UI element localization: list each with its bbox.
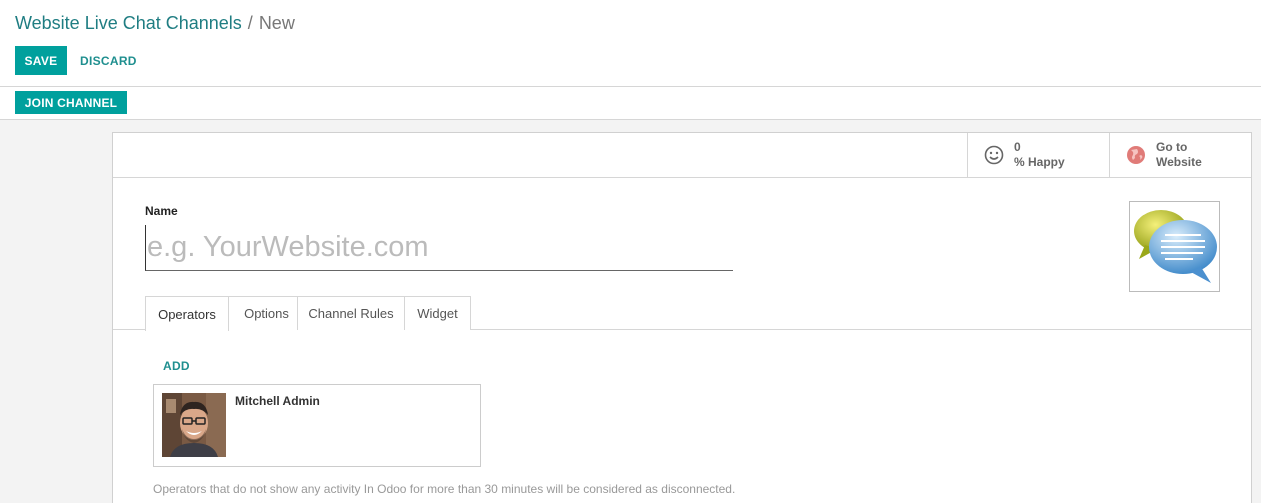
join-channel-button[interactable]: JOIN CHANNEL: [15, 91, 127, 114]
notebook-tabs: Operators Options Channel Rules Widget: [113, 296, 1251, 331]
status-bar: JOIN CHANNEL: [0, 87, 1261, 120]
website-label-line2: Website: [1156, 155, 1202, 169]
form-sheet: 0 % Happy Go to Website Name e.g. YourWe…: [112, 132, 1252, 503]
name-input[interactable]: [145, 225, 733, 271]
channel-image[interactable]: [1129, 201, 1220, 292]
happy-stat-button[interactable]: 0 % Happy: [967, 133, 1109, 177]
smiley-icon: [984, 145, 1004, 165]
globe-icon: [1126, 145, 1146, 165]
operator-card[interactable]: Mitchell Admin: [153, 384, 481, 467]
tab-widget[interactable]: Widget: [404, 296, 471, 330]
tab-channel-rules[interactable]: Channel Rules: [297, 296, 405, 330]
name-label: Name: [145, 204, 178, 218]
breadcrumb-separator: /: [247, 13, 253, 33]
save-button[interactable]: SAVE: [15, 46, 67, 75]
discard-button[interactable]: DISCARD: [80, 46, 137, 75]
happy-label: % Happy: [1014, 155, 1065, 169]
avatar: [162, 393, 226, 457]
button-box: 0 % Happy Go to Website: [113, 133, 1251, 178]
happy-value: 0: [1014, 140, 1021, 154]
tab-options[interactable]: Options: [228, 296, 305, 330]
tab-operators[interactable]: Operators: [145, 296, 229, 331]
control-panel: Website Live Chat Channels / New SAVE DISC…: [0, 0, 1261, 87]
operator-name: Mitchell Admin: [235, 394, 320, 408]
breadcrumb-current: New: [258, 13, 295, 33]
breadcrumb: Website Live Chat Channels / New: [15, 12, 295, 34]
chat-bubbles-icon: [1133, 209, 1217, 283]
operators-help-text: Operators that do not show any activity …: [153, 482, 736, 496]
website-label-line1: Go to: [1156, 140, 1188, 154]
go-to-website-button[interactable]: Go to Website: [1109, 133, 1251, 177]
breadcrumb-parent-link[interactable]: Website Live Chat Channels: [15, 13, 242, 33]
add-operator-button[interactable]: ADD: [163, 359, 190, 373]
